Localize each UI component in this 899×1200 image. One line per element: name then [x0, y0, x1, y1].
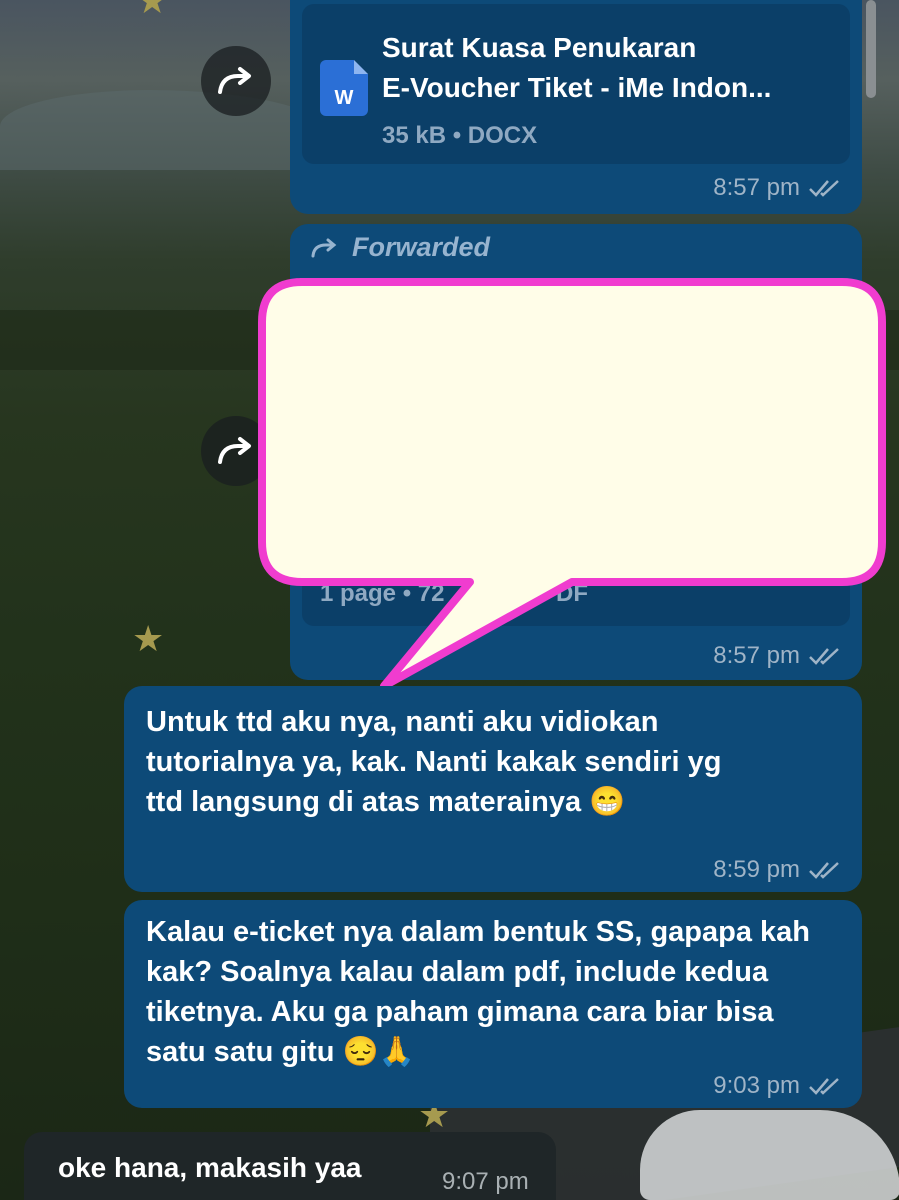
forward-button[interactable] — [201, 46, 271, 116]
forwarded-label: Forwarded — [310, 232, 490, 263]
message-bubble[interactable]: Untuk ttd aku nya, nanti aku vidiokan tu… — [124, 686, 862, 892]
forward-arrow-icon — [311, 238, 337, 257]
message-bubble[interactable]: Kalau e-ticket nya dalam bentuk SS, gapa… — [124, 900, 862, 1108]
message-text: oke hana, makasih yaa — [58, 1152, 362, 1183]
message-meta: 8:57 pm — [713, 174, 842, 202]
star-icon: ★ — [132, 619, 165, 660]
file-meta: 1 page • 72 — [320, 580, 445, 607]
file-meta-tail: DF — [556, 580, 588, 607]
forward-arrow-icon — [218, 67, 251, 94]
background-car — [640, 1110, 899, 1200]
star-icon: ★ — [136, 0, 169, 22]
double-check-icon — [808, 646, 842, 666]
docx-file-icon: W — [320, 60, 368, 116]
message-text: Kalau e-ticket nya dalam bentuk SS, gapa… — [146, 916, 810, 1068]
message-time: 8:57 pm — [713, 642, 800, 669]
message-text: Untuk ttd aku nya, nanti aku vidiokan tu… — [146, 706, 722, 818]
message-bubble-file[interactable]: W Surat Kuasa Penukaran E-Voucher Tiket … — [290, 0, 862, 214]
message-time: 8:57 pm — [713, 174, 800, 201]
message-time: 9:07 pm — [442, 1168, 529, 1195]
forward-button[interactable] — [201, 416, 271, 486]
message-meta: 8:57 pm — [713, 642, 842, 670]
message-time: 8:59 pm — [713, 856, 800, 883]
file-name: Surat Kuasa Penukaran E-Voucher Tiket - … — [382, 32, 772, 103]
double-check-icon — [808, 860, 842, 880]
message-bubble-incoming[interactable]: oke hana, makasih yaa 9:07 pm — [24, 1132, 556, 1200]
forward-arrow-icon — [218, 437, 251, 464]
double-check-icon — [808, 178, 842, 198]
message-meta: 9:03 pm — [713, 1072, 842, 1100]
file-meta: 35 kB • DOCX — [382, 122, 538, 149]
message-time: 9:03 pm — [713, 1072, 800, 1099]
message-bubble-forwarded-pdf[interactable]: Forwarded 1 page • 72 DF 8:57 pm — [290, 224, 862, 680]
background-hill — [0, 90, 330, 170]
double-check-icon — [808, 1076, 842, 1096]
message-meta: 8:59 pm — [713, 856, 842, 884]
pdf-attachment[interactable]: 1 page • 72 DF — [302, 280, 850, 626]
scrollbar[interactable] — [866, 0, 876, 98]
document-attachment[interactable]: W Surat Kuasa Penukaran E-Voucher Tiket … — [302, 4, 850, 164]
